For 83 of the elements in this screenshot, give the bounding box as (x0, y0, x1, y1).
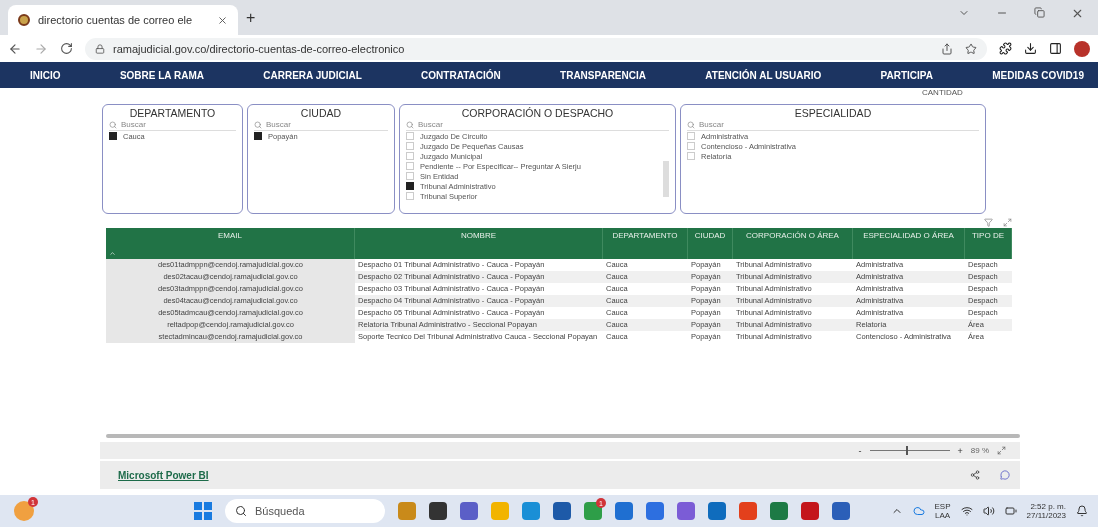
taskbar-search-field[interactable]: Búsqueda (225, 499, 385, 523)
language-indicator: ESP (934, 502, 951, 511)
nav-link[interactable]: PARTICIPA (880, 69, 933, 81)
volume-icon[interactable] (982, 505, 995, 517)
slicer-title: CIUDAD (299, 107, 343, 119)
reload-icon[interactable] (60, 42, 73, 55)
app-icon[interactable] (708, 502, 726, 520)
app-icon[interactable] (801, 502, 819, 520)
share-icon[interactable] (970, 470, 980, 480)
app-icon[interactable] (553, 502, 571, 520)
zoom-level: 89 % (970, 446, 989, 455)
filter-icon[interactable] (984, 218, 993, 227)
new-tab-button[interactable]: + (246, 8, 256, 27)
wifi-icon[interactable] (960, 505, 973, 517)
search-icon (406, 120, 414, 129)
search-field[interactable]: Buscar (254, 119, 388, 131)
nav-link[interactable]: MEDIDAS COVID19 (992, 69, 1084, 81)
app-icon[interactable] (832, 502, 850, 520)
profile-avatar[interactable] (1074, 40, 1090, 57)
close-icon[interactable] (217, 14, 228, 26)
column-header[interactable]: TIPO DE (965, 228, 1012, 259)
slicer-title: DEPARTAMENTO (128, 107, 217, 119)
nav-link[interactable]: SOBRE LA RAMA (119, 69, 204, 81)
windows-start-icon[interactable] (194, 502, 212, 520)
search-icon (109, 120, 117, 129)
checkbox[interactable] (109, 132, 117, 140)
keyboard-layout: LAA (934, 511, 951, 520)
browser-tab[interactable]: directorio cuentas de correo ele (8, 5, 238, 35)
zoom-out-button[interactable]: - (858, 445, 862, 456)
column-header[interactable]: CORPORACIÓN O ÁREA (733, 228, 853, 259)
battery-icon[interactable] (1004, 505, 1017, 517)
site-icon (18, 14, 30, 26)
zoom-in-button[interactable]: + (957, 445, 963, 456)
clock-time: 2:52 p. m. (1030, 502, 1066, 511)
app-icon[interactable] (460, 502, 478, 520)
chat-icon[interactable] (1000, 470, 1010, 480)
download-icon[interactable] (1024, 42, 1037, 55)
close-icon[interactable] (1071, 7, 1084, 20)
search-field[interactable]: Buscar (406, 119, 669, 131)
app-icon[interactable] (615, 502, 633, 520)
scrollbar[interactable] (106, 434, 1020, 438)
search-icon (687, 120, 695, 129)
scrollbar[interactable] (663, 161, 669, 197)
app-icon[interactable] (429, 502, 447, 520)
back-icon[interactable] (8, 41, 22, 56)
column-header[interactable]: ESPECIALIDAD O ÁREA (853, 228, 965, 259)
column-header[interactable]: EMAIL (106, 228, 355, 259)
nav-link[interactable]: CONTRATACIÓN (421, 69, 501, 81)
search-icon (254, 120, 262, 129)
slicer-title: ESPECIALIDAD (793, 107, 873, 119)
footer-link[interactable]: Microsoft Power BI (118, 469, 209, 481)
search-field[interactable]: Buscar (687, 119, 979, 131)
nav-link[interactable]: CARRERA JUDICIAL (263, 69, 362, 81)
column-header[interactable]: CIUDAD (688, 228, 733, 259)
search-icon (235, 505, 247, 517)
search-field[interactable]: Buscar (109, 119, 236, 131)
checkbox[interactable] (406, 182, 414, 190)
app-icon[interactable] (677, 502, 695, 520)
nav-link[interactable]: TRANSPARENCIA (560, 69, 646, 81)
focus-mode-icon[interactable] (1003, 218, 1012, 227)
side-panel-icon[interactable] (1049, 42, 1062, 55)
zoom-slider[interactable] (905, 446, 908, 455)
column-header[interactable]: NOMBRE (355, 228, 603, 259)
share-icon[interactable] (941, 42, 953, 55)
star-icon[interactable] (965, 42, 977, 55)
sort-icon (109, 250, 116, 257)
lock-icon[interactable] (95, 43, 105, 54)
app-icon[interactable] (646, 502, 664, 520)
column-header[interactable]: DEPARTAMENTO (603, 228, 688, 259)
nav-link[interactable]: ATENCIÓN AL USUARIO (705, 69, 822, 81)
restore-icon[interactable] (1034, 7, 1045, 18)
app-icon[interactable] (770, 502, 788, 520)
slicer-title: CORPORACIÓN O DESPACHO (460, 107, 615, 119)
notification-icon[interactable] (1076, 505, 1088, 517)
checkbox[interactable] (254, 132, 262, 140)
cloud-icon[interactable] (912, 505, 925, 517)
puzzle-icon[interactable] (999, 42, 1012, 55)
fit-page-icon[interactable] (997, 446, 1006, 455)
address-bar[interactable]: ramajudicial.gov.co/directorio-cuentas-de-correo-electronico (85, 37, 987, 60)
chart-caption: CANTIDAD (922, 88, 963, 97)
forward-icon[interactable] (34, 41, 48, 56)
nav-link[interactable]: INICIO (30, 69, 61, 81)
clock-date: 27/11/2023 (1026, 511, 1066, 520)
